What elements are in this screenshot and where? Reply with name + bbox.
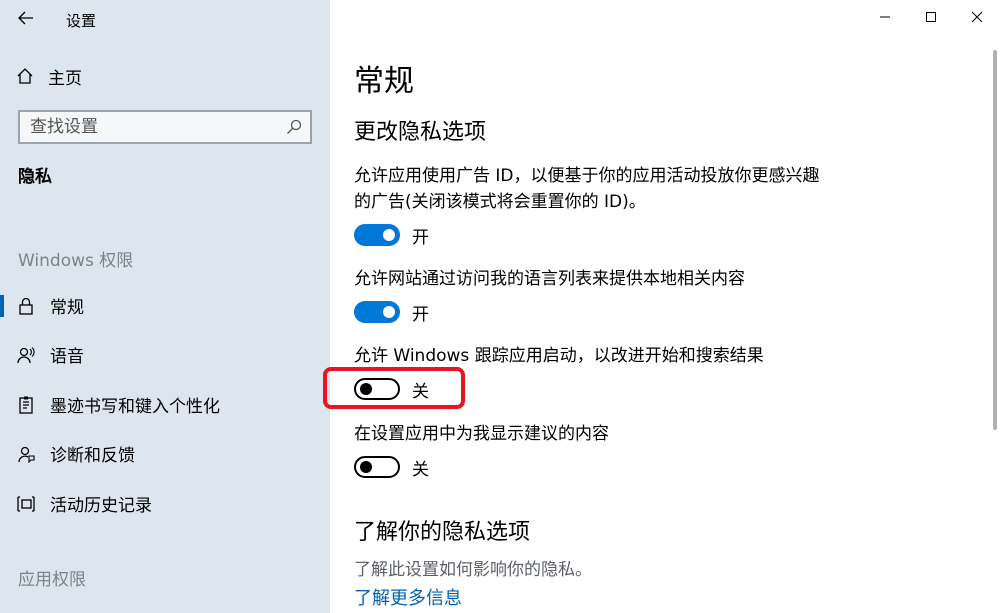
- main-content: 常规 更改隐私选项 允许应用使用广告 ID，以便基于你的应用活动投放你更感兴趣的…: [323, 0, 984, 613]
- current-section-heading: 隐私: [18, 167, 52, 187]
- advertising-id-description: 允许应用使用广告 ID，以便基于你的应用活动投放你更感兴趣的广告(关闭该模式将会…: [354, 166, 820, 212]
- advertising-id-toggle[interactable]: 开: [354, 222, 429, 248]
- toggle-knob: [383, 306, 395, 318]
- sidebar: 设置 主页 隐私 Windows 权限 常规 语音 墨迹书写和键入个性化: [0, 0, 330, 613]
- search-icon: [287, 119, 302, 134]
- sidebar-item-inking[interactable]: 墨迹书写和键入个性化: [0, 386, 330, 422]
- back-arrow-icon: [18, 11, 33, 25]
- sidebar-item-label: 常规: [50, 297, 84, 318]
- inking-icon: [16, 395, 36, 415]
- toggle-knob: [360, 461, 372, 473]
- sidebar-item-speech[interactable]: 语音: [0, 336, 330, 372]
- toggle-state-label: 开: [412, 227, 429, 248]
- back-button[interactable]: [14, 6, 38, 30]
- scrollbar[interactable]: [993, 50, 997, 430]
- suggested-content-toggle[interactable]: 关: [354, 454, 429, 480]
- toggle-knob: [383, 229, 395, 241]
- feedback-icon: [16, 444, 36, 464]
- section-subtitle: 更改隐私选项: [354, 120, 487, 145]
- toggle-switch[interactable]: [354, 456, 400, 478]
- learn-privacy-description: 了解此设置如何影响你的隐私。: [354, 560, 592, 580]
- app-title: 设置: [66, 12, 97, 30]
- sidebar-item-feedback[interactable]: 诊断和反馈: [0, 435, 330, 471]
- home-icon: [17, 68, 33, 84]
- toggle-state-label: 开: [412, 304, 429, 325]
- toggle-switch[interactable]: [354, 301, 400, 323]
- windows-permissions-group-label: Windows 权限: [18, 251, 134, 271]
- sidebar-item-label: 语音: [50, 346, 84, 367]
- lock-icon: [16, 296, 36, 316]
- language-list-description: 允许网站通过访问我的语言列表来提供本地相关内容: [354, 269, 745, 289]
- toggle-state-label: 关: [412, 459, 429, 480]
- language-list-toggle[interactable]: 开: [354, 299, 429, 325]
- sidebar-item-label: 活动历史记录: [50, 495, 152, 516]
- activity-history-icon: [16, 494, 36, 514]
- sidebar-item-general[interactable]: 常规: [0, 287, 330, 323]
- learn-more-link[interactable]: 了解更多信息: [354, 584, 462, 610]
- toggle-state-label: 关: [412, 381, 429, 402]
- toggle-knob: [360, 383, 372, 395]
- page-title: 常规: [354, 64, 414, 99]
- sidebar-item-label: 诊断和反馈: [50, 445, 135, 466]
- home-nav-item[interactable]: 主页: [16, 62, 82, 90]
- learn-privacy-title: 了解你的隐私选项: [354, 520, 531, 545]
- toggle-switch[interactable]: [354, 378, 400, 400]
- toggle-switch[interactable]: [354, 224, 400, 246]
- app-permissions-group-label: 应用权限: [18, 570, 86, 590]
- app-launch-tracking-toggle[interactable]: 关: [354, 376, 429, 402]
- sidebar-item-activity-history[interactable]: 活动历史记录: [0, 485, 330, 521]
- search-input[interactable]: [30, 117, 270, 137]
- suggested-content-description: 在设置应用中为我显示建议的内容: [354, 424, 609, 444]
- search-box[interactable]: [18, 110, 312, 144]
- speech-icon: [16, 345, 36, 365]
- home-label: 主页: [48, 68, 82, 89]
- app-launch-tracking-description: 允许 Windows 跟踪应用启动，以改进开始和搜索结果: [354, 346, 764, 366]
- sidebar-item-label: 墨迹书写和键入个性化: [50, 396, 220, 417]
